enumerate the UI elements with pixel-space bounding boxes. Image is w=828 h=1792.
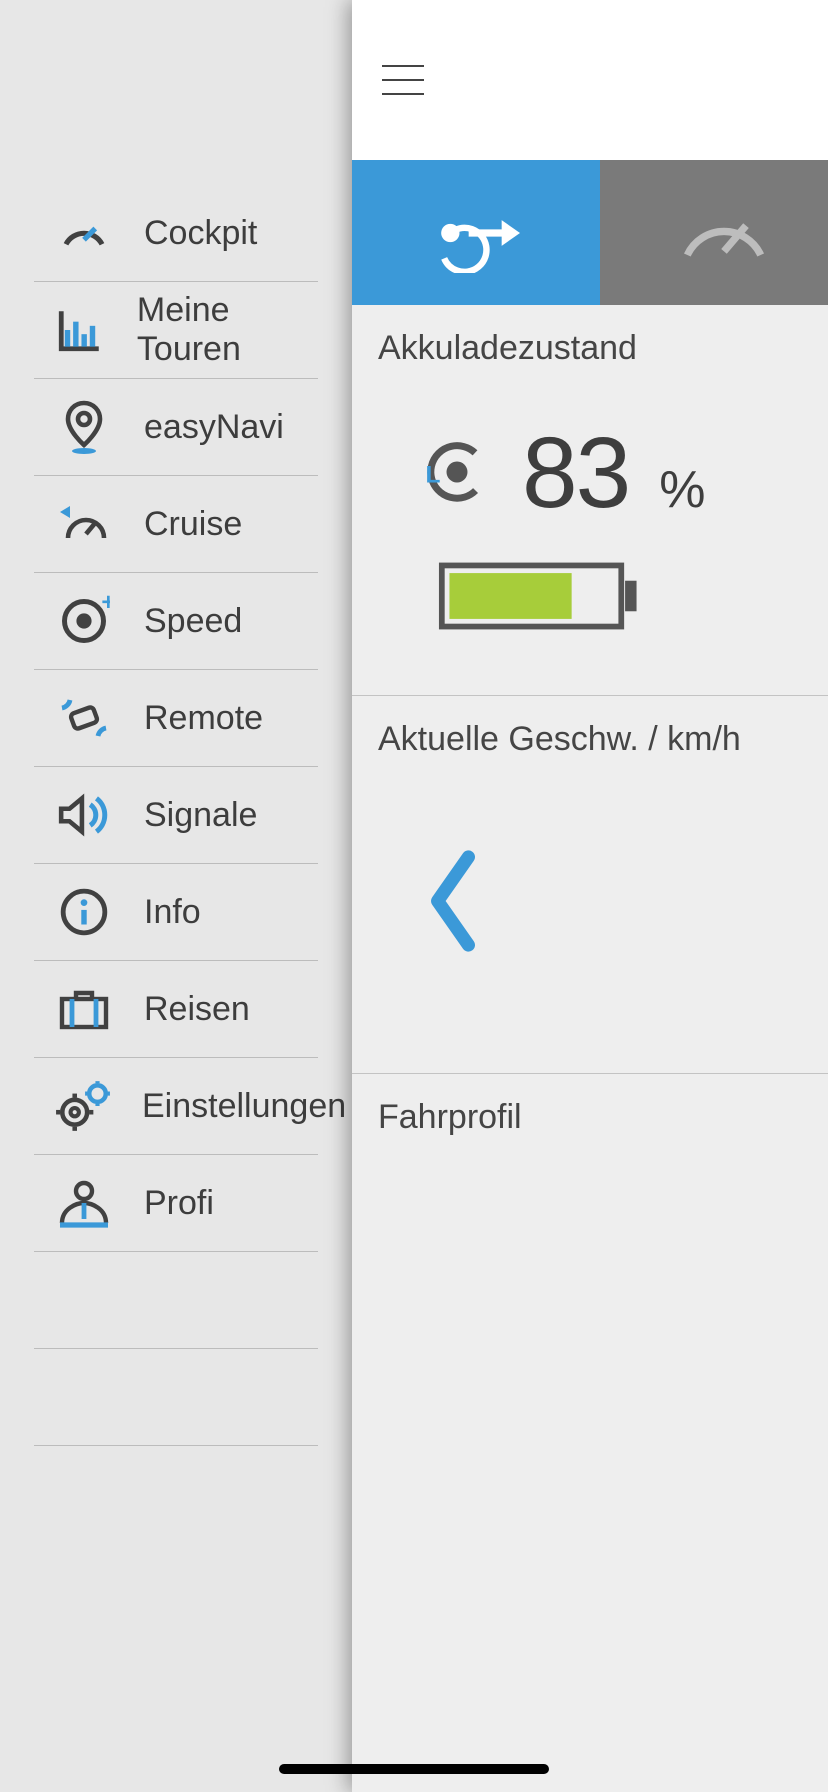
main-content: Cock Akkuladezustand L 83 % [352,0,828,1792]
section-speed: Aktuelle Geschw. / km/h 0 [352,696,828,1074]
chevron-left-icon[interactable] [418,846,488,956]
sidebar-item-label: Profi [144,1184,214,1223]
sound-icon [54,785,114,845]
sidebar-item-label: Remote [144,699,263,738]
sidebar-item-label: Cockpit [144,214,257,253]
sidebar-item-einstellungen[interactable]: Einstellungen [34,1058,318,1155]
battery-heading: Akkuladezustand [378,329,828,368]
svg-text:+: + [101,595,110,616]
sidebar-item-profi[interactable]: Profi [34,1155,318,1252]
sidebar-item-cockpit[interactable]: Cockpit [34,185,318,282]
sidebar-item-label: Reisen [144,990,250,1029]
sidebar-item-meine-touren[interactable]: Meine Touren [34,282,318,379]
fahrprofil-value[interactable]: INDIVID [378,1197,828,1240]
battery-gauge-icon [438,561,828,631]
sidebar-item-info[interactable]: Info [34,864,318,961]
sidebar-item-reisen[interactable]: Reisen [34,961,318,1058]
battery-unit: % [659,460,705,520]
pin-icon [54,397,114,457]
sidebar-item-label: Speed [144,602,242,641]
svg-text:L: L [426,462,441,489]
drawer-empty-row [34,1349,318,1446]
drawer-empty-row [34,1252,318,1349]
info-icon [54,882,114,942]
tab-gauge[interactable] [600,160,828,305]
hamburger-icon[interactable] [382,65,424,95]
main-header: Cock [352,0,828,160]
home-indicator [279,1764,549,1774]
range-icon [421,193,531,273]
sidebar-item-label: easyNavi [144,408,284,447]
sidebar-item-remote[interactable]: Remote [34,670,318,767]
tab-strip [352,160,828,305]
cruise-icon [54,494,114,554]
speed-heading: Aktuelle Geschw. / km/h [378,720,828,759]
bar-chart-icon [54,300,107,360]
battery-value: 83 [522,416,629,531]
sidebar-item-label: Signale [144,796,257,835]
sidebar-item-label: Einstellungen [142,1087,346,1126]
suitcase-icon [54,979,114,1039]
sidebar-item-label: Info [144,893,201,932]
gear-icon [54,1076,112,1136]
speed-checkbox[interactable] [378,1013,828,1043]
speed-icon: + [54,591,114,651]
fahrprofil-heading: Fahrprofil [378,1098,828,1137]
sidebar-item-label: Meine Touren [137,291,318,369]
sidebar-item-cruise[interactable]: Cruise [34,476,318,573]
sidebar-item-label: Cruise [144,505,242,544]
sidebar-item-signale[interactable]: Signale [34,767,318,864]
sidebar-item-easynavi[interactable]: easyNavi [34,379,318,476]
tab-range[interactable] [352,160,600,305]
person-icon [54,1173,114,1233]
gauge-icon [669,193,779,273]
drawer-menu: Cockpit Meine Touren easyNavi Cruise + S… [0,0,352,1792]
section-fahrprofil: Fahrprofil INDIVID 1 [352,1074,828,1355]
remote-icon [54,688,114,748]
card-number-wrap: 1 [378,1290,828,1355]
target-icon: L [422,437,492,507]
sidebar-item-speed[interactable]: + Speed [34,573,318,670]
section-battery: Akkuladezustand L 83 % [352,305,828,696]
gauge-icon [54,203,114,263]
